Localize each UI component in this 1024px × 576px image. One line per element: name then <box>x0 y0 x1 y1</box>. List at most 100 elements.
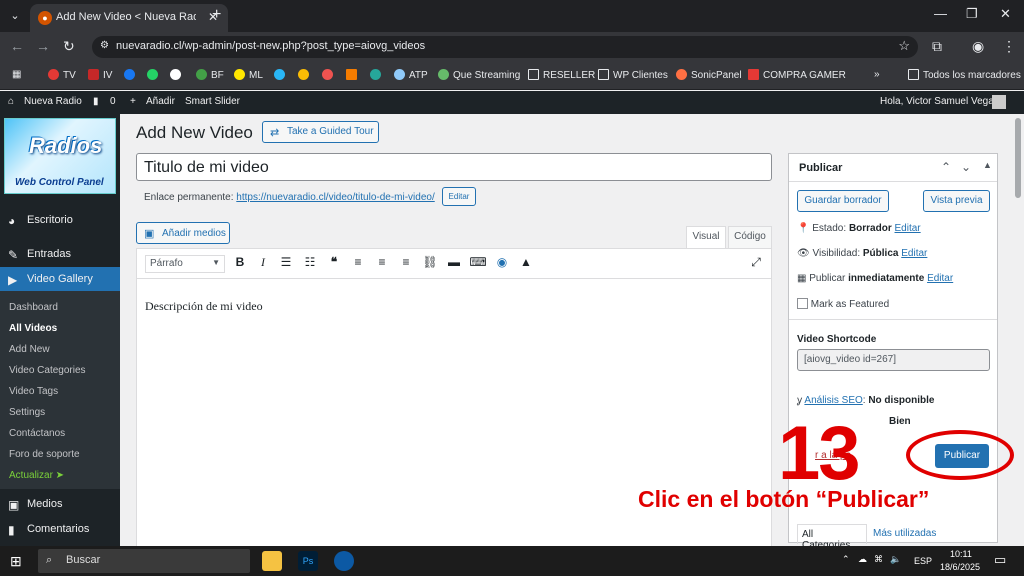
bookmark-teal-icon[interactable] <box>370 69 385 81</box>
save-draft-button[interactable]: Guardar borrador <box>797 190 889 212</box>
chevron-up-icon[interactable]: ⌃ <box>941 160 951 174</box>
bookmark-que-streaming[interactable]: Que Streaming <box>438 69 520 81</box>
file-explorer-icon[interactable] <box>262 551 282 571</box>
tab-most-used[interactable]: Más utilizadas <box>873 528 936 539</box>
bold-icon[interactable]: B <box>231 255 249 269</box>
edit-schedule-link[interactable]: Editar <box>927 273 953 284</box>
extensions-icon[interactable]: ⧉ <box>932 38 942 55</box>
apps-icon[interactable]: ▦ <box>12 69 21 80</box>
add-media-button[interactable]: ▣ Añadir medios <box>136 222 230 244</box>
wifi-icon[interactable]: ◉ <box>493 255 511 269</box>
clock-date[interactable]: 18/6/2025 <box>940 562 980 572</box>
quote-icon[interactable]: ❝ <box>325 255 343 269</box>
network-icon[interactable]: ⌘ <box>874 554 883 565</box>
bullet-list-icon[interactable]: ☰ <box>277 255 295 269</box>
tab-codigo[interactable]: Código <box>728 226 772 248</box>
align-left-icon[interactable]: ≡ <box>349 255 367 269</box>
comments-count[interactable]: 0 <box>110 96 116 107</box>
bookmark-sonicpanel[interactable]: SonicPanel <box>676 69 742 81</box>
title-input[interactable]: Titulo de mi video <box>136 153 772 181</box>
bookmark-star-icon[interactable]: ☆ <box>898 38 910 54</box>
site-home-icon[interactable]: ⌂ <box>8 96 14 107</box>
submenu-all-videos[interactable]: All Videos <box>9 323 57 334</box>
bookmark-ads-icon[interactable] <box>298 69 313 81</box>
tray-chevron-icon[interactable]: ⌃ <box>842 554 850 565</box>
menu-escritorio[interactable]: ◕ Escritorio <box>0 208 120 232</box>
italic-icon[interactable]: I <box>254 255 272 270</box>
close-window-icon[interactable]: ✕ <box>1000 6 1011 22</box>
featured-row[interactable]: Mark as Featured <box>797 298 889 310</box>
submenu-video-tags[interactable]: Video Tags <box>9 386 58 397</box>
numbered-list-icon[interactable]: ☷ <box>301 255 319 269</box>
forward-icon[interactable]: → <box>36 38 50 54</box>
keyboard-icon[interactable]: ⌨ <box>469 255 487 269</box>
new-tab-icon[interactable]: + <box>212 6 221 24</box>
menu-medios[interactable]: ▣ Medios <box>0 492 120 516</box>
bookmark-compra-gamer[interactable]: COMPRA GAMER <box>748 69 846 81</box>
submenu-contactanos[interactable]: Contáctanos <box>9 428 65 439</box>
permalink-link[interactable]: https://nuevaradio.cl/video/titulo-de-mi… <box>236 192 434 203</box>
clock-time[interactable]: 10:11 <box>950 549 972 559</box>
user-greeting[interactable]: Hola, Victor Samuel Vega <box>880 96 994 107</box>
edge-icon[interactable] <box>334 551 354 571</box>
menu-comentarios[interactable]: ▮ Comentarios <box>0 517 120 541</box>
back-icon[interactable]: ← <box>10 38 24 54</box>
browser-tab[interactable]: ● Add New Video < Nueva Radio ✕ <box>30 4 228 32</box>
cloud-icon[interactable]: ☁ <box>858 554 867 565</box>
submenu-settings[interactable]: Settings <box>9 407 45 418</box>
notifications-icon[interactable]: ▭ <box>994 552 1006 568</box>
volume-icon[interactable]: 🔈 <box>890 554 901 565</box>
google-icon[interactable] <box>170 69 185 81</box>
scrollbar-thumb[interactable] <box>1015 118 1021 198</box>
whatsapp-icon[interactable] <box>147 69 162 81</box>
restore-icon[interactable]: ❐ <box>966 6 978 22</box>
shortcode-field[interactable]: [aiovg_video id=267] <box>797 349 990 371</box>
chevron-down-icon[interactable]: ⌄ <box>961 160 971 174</box>
checkbox[interactable] <box>797 298 808 309</box>
edit-visibility-link[interactable]: Editar <box>901 248 927 259</box>
site-name[interactable]: Nueva Radio <box>24 96 82 107</box>
read-more-icon[interactable]: ▬ <box>445 255 463 269</box>
menu-icon[interactable]: ⋮ <box>1002 38 1016 55</box>
minimize-icon[interactable]: — <box>934 6 947 21</box>
preview-button[interactable]: Vista previa <box>923 190 990 212</box>
bookmark-wp-clientes[interactable]: WP Clientes <box>598 69 668 81</box>
edit-permalink-button[interactable]: Editar <box>442 187 476 206</box>
more-bookmarks-icon[interactable]: » <box>874 69 880 80</box>
scrollbar[interactable] <box>1012 114 1024 546</box>
bookmark-reseller[interactable]: RESELLER <box>528 69 595 81</box>
all-bookmarks[interactable]: Todos los marcadores <box>908 69 1021 81</box>
tab-all-categories[interactable]: All Categories <box>797 524 867 551</box>
site-info-icon[interactable]: ⚙ <box>100 40 109 51</box>
graduation-cap-icon[interactable]: ▲ <box>517 255 535 269</box>
reload-icon[interactable]: ↻ <box>63 38 75 55</box>
avatar[interactable] <box>992 95 1006 109</box>
fullscreen-icon[interactable]: ⤢ <box>747 255 765 270</box>
submenu-video-categories[interactable]: Video Categories <box>9 365 86 376</box>
edit-status-link[interactable]: Editar <box>895 223 921 234</box>
bookmark-bf[interactable]: BF <box>196 69 224 81</box>
photoshop-icon[interactable]: Ps <box>298 551 318 571</box>
facebook-icon[interactable] <box>124 69 139 81</box>
guided-tour-button[interactable]: ⇄ Take a Guided Tour <box>262 121 379 143</box>
align-right-icon[interactable]: ≡ <box>397 255 415 269</box>
taskbar-search[interactable]: ⌕ Buscar <box>38 549 250 573</box>
bookmark-iv[interactable]: IV <box>88 69 112 81</box>
tab-search-icon[interactable]: ⌄ <box>6 7 24 25</box>
bookmark-ml[interactable]: ML <box>234 69 263 81</box>
tab-visual[interactable]: Visual <box>686 226 726 248</box>
submenu-actualizar[interactable]: Actualizar ➤ <box>9 470 64 481</box>
align-center-icon[interactable]: ≡ <box>373 255 391 269</box>
profile-icon[interactable]: ◉ <box>972 38 984 55</box>
bookmark-blue-icon[interactable] <box>274 69 289 81</box>
plus-icon[interactable]: + <box>130 96 136 107</box>
format-select[interactable]: Párrafo ▼ <box>145 255 225 273</box>
windows-start-icon[interactable]: ⊞ <box>10 553 22 570</box>
link-icon[interactable]: ⛓ <box>421 255 439 269</box>
bookmark-atp[interactable]: ATP <box>394 69 428 81</box>
bookmark-tv[interactable]: TV <box>48 69 76 81</box>
submenu-dashboard[interactable]: Dashboard <box>9 302 58 313</box>
submenu-foro-soporte[interactable]: Foro de soporte <box>9 449 80 460</box>
smart-slider-menu[interactable]: Smart Slider <box>185 96 240 107</box>
submenu-add-new[interactable]: Add New <box>9 344 50 355</box>
